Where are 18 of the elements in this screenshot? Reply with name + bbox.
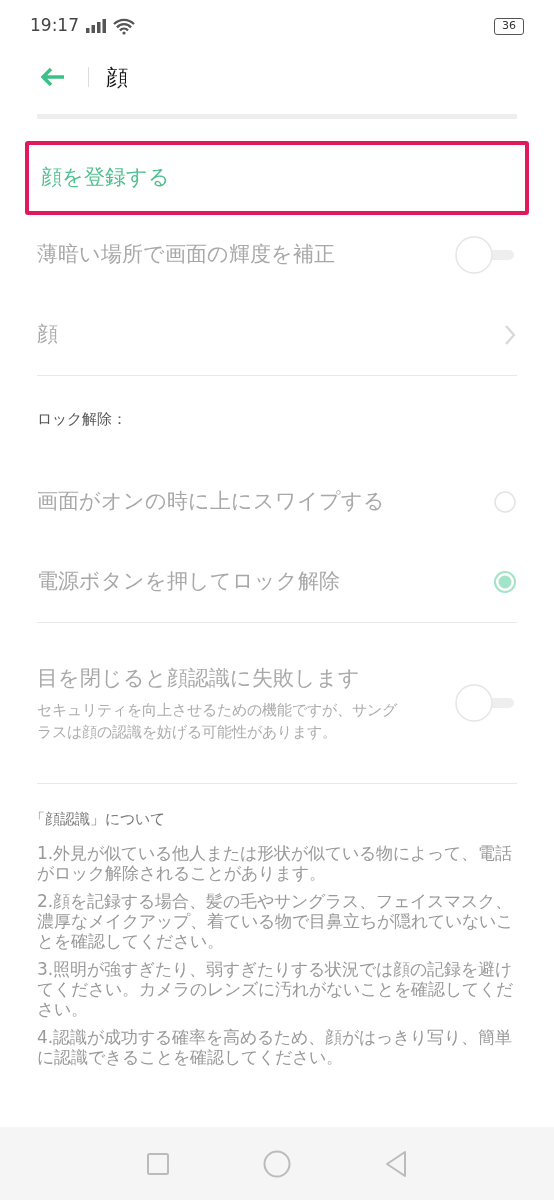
note-paragraph: 2.顔を記録する場合、髪の毛やサングラス、フェイスマスク、濃厚なメイクアップ、着ている物で目鼻立ちが隠れていないことを確認してください。: [37, 890, 514, 951]
note-paragraph: 4.認識が成功する確率を高めるため、顔がはっきり写り、簡単に認識できることを確認してください。: [37, 1026, 514, 1067]
back-arrow-icon[interactable]: [40, 67, 66, 87]
note-paragraph: 1.外見が似ている他人または形状が似ている物によって、電話がロック解除されることがあります。: [37, 842, 514, 883]
back-icon[interactable]: [383, 1149, 408, 1178]
section-label: ロック解除：: [37, 408, 127, 430]
home-icon[interactable]: [263, 1149, 291, 1178]
signal-icon: [85, 18, 107, 34]
chevron-right-icon: [504, 324, 516, 346]
status-time: 19:17: [30, 14, 79, 38]
battery-icon: 36: [494, 17, 524, 35]
page-title: 顔: [106, 63, 128, 92]
about-heading: 「顔認識」について: [30, 809, 166, 830]
recent-apps-icon[interactable]: [146, 1151, 171, 1176]
setting-description: セキュリティを向上させるための機能ですが、サングラスは顔の認識を妨げる可能性があります。: [37, 699, 398, 743]
note-paragraph: 3.照明が強すぎたり、弱すぎたりする状況では顔の記録を避けてください。カメラのレンズに汚れがないことを確認してください。: [37, 958, 514, 1019]
register-face-item[interactable]: 顔を登録する: [25, 141, 529, 215]
wifi-icon: [113, 17, 135, 35]
